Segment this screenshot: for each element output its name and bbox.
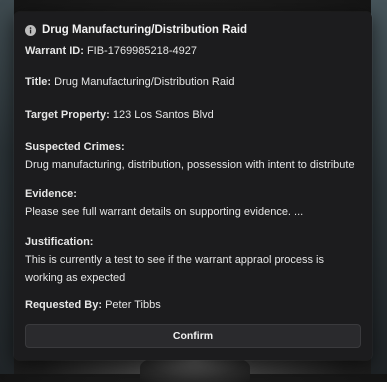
title-label: Title:: [25, 76, 52, 88]
modal-title: Drug Manufacturing/Distribution Raid: [42, 24, 248, 36]
title-value: Drug Manufacturing/Distribution Raid: [54, 76, 235, 88]
target-property-label: Target Property:: [25, 109, 110, 121]
confirm-button[interactable]: Confirm: [25, 324, 361, 348]
warrant-id-label: Warrant ID:: [25, 45, 84, 57]
requested-by-value: Peter Tibbs: [105, 299, 161, 311]
justification-value: This is currently a test to see if the w…: [25, 254, 324, 284]
justification-label: Justification:: [25, 236, 94, 248]
warrant-id-value: FIB-1769985218-4927: [86, 45, 198, 57]
suspected-crimes-value: Drug manufacturing, distribution, posses…: [25, 159, 355, 171]
target-property-row: Target Property: 123 Los Santos Blvd: [25, 106, 361, 124]
evidence-value: Please see full warrant details on suppo…: [25, 206, 304, 218]
suspected-crimes-label: Suspected Crimes:: [25, 141, 125, 153]
background-left: [0, 0, 14, 374]
evidence-section: Evidence: Please see full warrant detail…: [25, 185, 361, 221]
title-row: Title: Drug Manufacturing/Distribution R…: [25, 73, 361, 91]
background-right: [371, 0, 387, 374]
info-icon: [25, 24, 36, 36]
requested-by-row: Requested By: Peter Tibbs: [25, 296, 361, 314]
evidence-label: Evidence:: [25, 188, 77, 200]
suspected-crimes-section: Suspected Crimes: Drug manufacturing, di…: [25, 138, 361, 174]
requested-by-label: Requested By:: [25, 299, 103, 311]
warrant-modal: Drug Manufacturing/Distribution Raid War…: [14, 12, 372, 360]
justification-section: Justification: This is currently a test …: [25, 233, 361, 287]
warrant-id-row: Warrant ID: FIB-1769985218-4927: [25, 42, 361, 60]
target-property-value: 123 Los Santos Blvd: [112, 109, 214, 121]
